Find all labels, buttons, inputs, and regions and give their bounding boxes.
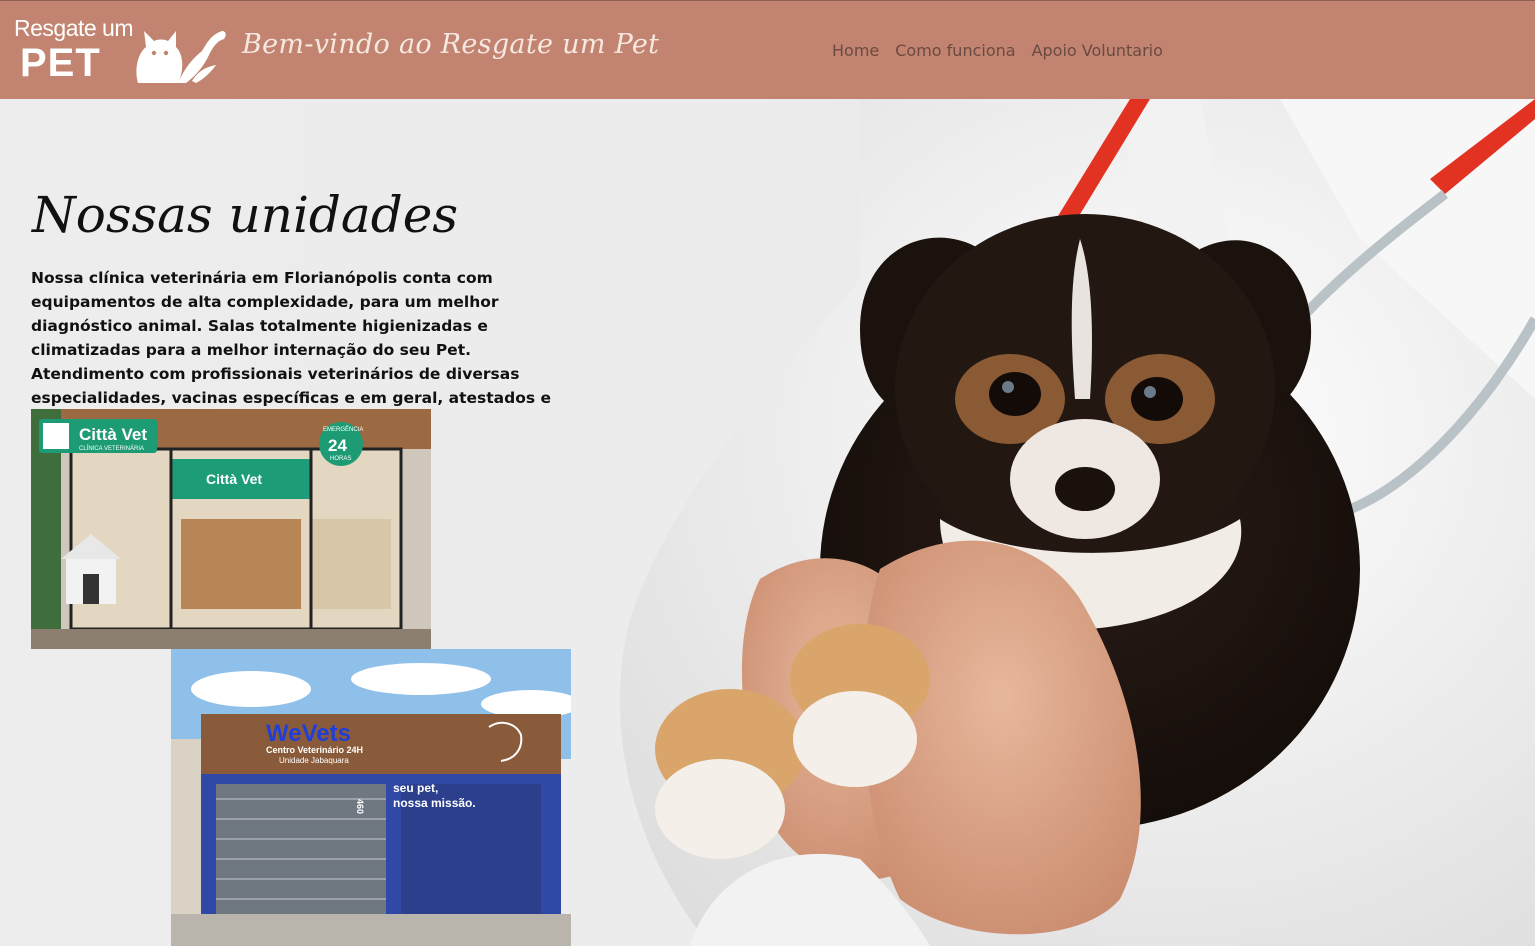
clinic1-subtitle: CLÍNICA VETERINÁRIA <box>79 445 144 452</box>
site-header: Resgate um PET Bem-vindo ao Resgate um P… <box>0 0 1535 99</box>
clinic2-number: 460 <box>355 799 365 814</box>
section-title: Nossas unidades <box>32 186 459 244</box>
logo-text-top: Resgate um <box>14 15 134 41</box>
clinic-photo-wevets: WeVets Centro Veterinário 24H Unidade Ja… <box>171 649 571 946</box>
clinic2-slogan2: nossa missão. <box>393 796 476 810</box>
clinic1-brand: Città Vet <box>79 425 147 444</box>
clinic2-line1: Centro Veterinário 24H <box>266 745 363 755</box>
clinic-photo-cittavet: Città Vet CLÍNICA VETERINÁRIA Città Vet … <box>31 409 431 649</box>
clinic2-brand: WeVets <box>266 720 351 747</box>
cat-dog-logo-icon <box>136 31 226 83</box>
clinic1-badge-top: EMERGÊNCIA <box>323 425 363 433</box>
clinic2-line2: Unidade Jabaquara <box>279 756 349 765</box>
clinic1-badge-number: 24 <box>328 436 347 455</box>
svg-text:Città Vet: Città Vet <box>206 471 262 487</box>
nav-como-funciona[interactable]: Como funciona <box>895 41 1015 60</box>
nav-home[interactable]: Home <box>832 41 879 60</box>
clinic1-badge-bottom: HORAS <box>330 456 351 462</box>
nav-apoio-voluntario[interactable]: Apoio Voluntario <box>1032 41 1163 60</box>
logo[interactable]: Resgate um PET <box>14 15 229 85</box>
logo-text-bottom: PET <box>20 41 101 85</box>
welcome-banner: Bem-vindo ao Resgate um Pet <box>242 29 660 60</box>
vet-puppy-image <box>619 99 1535 946</box>
main-nav: Home Como funciona Apoio Voluntario <box>832 41 1163 60</box>
clinic2-slogan1: seu pet, <box>393 781 438 795</box>
